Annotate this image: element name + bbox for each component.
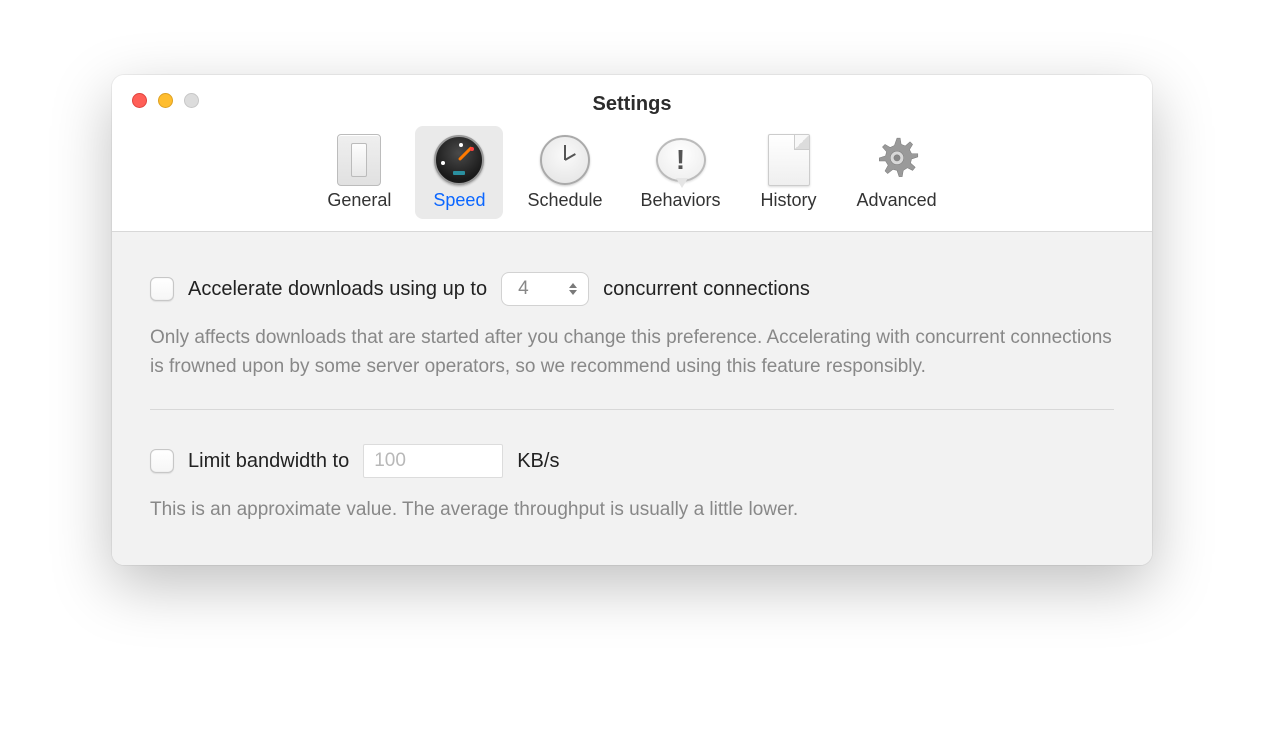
tab-advanced[interactable]: Advanced (843, 126, 951, 219)
tab-schedule[interactable]: Schedule (513, 126, 616, 219)
bandwidth-input[interactable] (363, 444, 503, 478)
bandwidth-row: Limit bandwidth to KB/s (150, 444, 1114, 478)
bandwidth-label: Limit bandwidth to (188, 450, 349, 473)
connections-value: 4 (518, 278, 529, 300)
zoom-button[interactable] (184, 93, 199, 108)
toolbar: General Speed Schedule (112, 126, 1152, 231)
clock-icon (539, 134, 591, 186)
accelerate-checkbox[interactable] (150, 277, 174, 301)
accelerate-label-before: Accelerate downloads using up to (188, 278, 487, 301)
window-controls (132, 93, 199, 108)
tab-label: History (761, 190, 817, 211)
window-title: Settings (112, 93, 1152, 116)
titlebar: Settings General Speed (112, 75, 1152, 232)
connections-stepper[interactable]: 4 (501, 272, 589, 306)
content-pane: Accelerate downloads using up to 4 concu… (112, 232, 1152, 565)
bandwidth-unit: KB/s (517, 450, 559, 473)
tab-general[interactable]: General (313, 126, 405, 219)
tab-label: Speed (433, 190, 485, 211)
tab-label: General (327, 190, 391, 211)
settings-window: Settings General Speed (112, 75, 1152, 565)
stepper-arrows-icon (568, 282, 578, 296)
divider (150, 409, 1114, 410)
alert-bubble-icon: ! (655, 134, 707, 186)
tab-label: Schedule (527, 190, 602, 211)
minimize-button[interactable] (158, 93, 173, 108)
gauge-icon (433, 134, 485, 186)
tab-speed[interactable]: Speed (415, 126, 503, 219)
accelerate-hint: Only affects downloads that are started … (150, 324, 1114, 381)
accelerate-label-after: concurrent connections (603, 278, 810, 301)
bandwidth-checkbox[interactable] (150, 449, 174, 473)
tab-label: Behaviors (641, 190, 721, 211)
bandwidth-hint: This is an approximate value. The averag… (150, 496, 1114, 525)
tab-label: Advanced (857, 190, 937, 211)
document-icon (763, 134, 815, 186)
switch-icon (333, 134, 385, 186)
tab-behaviors[interactable]: ! Behaviors (627, 126, 735, 219)
gear-icon (871, 134, 923, 186)
tab-history[interactable]: History (745, 126, 833, 219)
close-button[interactable] (132, 93, 147, 108)
accelerate-row: Accelerate downloads using up to 4 concu… (150, 272, 1114, 306)
